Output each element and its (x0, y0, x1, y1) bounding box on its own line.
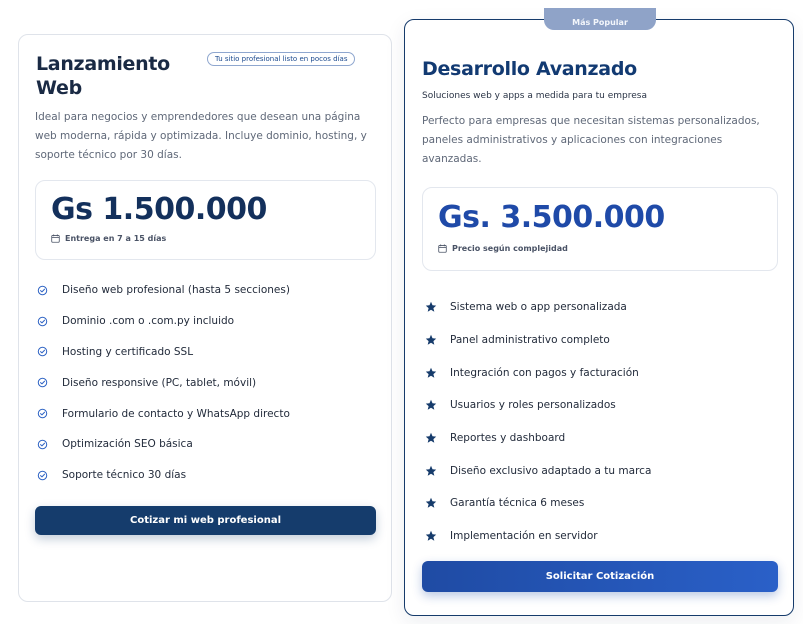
feature-label: Integración con pagos y facturación (450, 366, 639, 379)
feature-label: Panel administrativo completo (450, 334, 610, 347)
plan-card-advanced: Más Popular Desarrollo Avanzado Solucion… (404, 8, 794, 616)
calendar-icon (51, 234, 60, 243)
plan-tagline-badge: Tu sitio profesional listo en pocos días (207, 52, 356, 66)
feature-item: Reportes y dashboard (425, 422, 651, 455)
plan-price: Gs 1.500.000 (51, 192, 267, 227)
plan-description: Ideal para negocios y emprendedores que … (35, 111, 367, 161)
feature-item: Usuarios y roles personalizados (425, 389, 651, 422)
feature-list: Sistema web o app personalizada Panel adm… (425, 291, 651, 553)
check-circle-icon (37, 408, 48, 419)
feature-label: Implementación en servidor (450, 530, 598, 543)
feature-label: Reportes y dashboard (450, 432, 566, 445)
most-popular-badge: Más Popular (544, 8, 656, 30)
plan-title: Desarrollo Avanzado (422, 58, 637, 80)
check-circle-icon (37, 347, 48, 357)
feature-item: Formulario de contacto y WhatsApp direct… (37, 398, 290, 429)
feature-item: Soporte técnico 30 días (37, 460, 290, 491)
feature-item: Integración con pagos y facturación (425, 356, 651, 389)
feature-item: Sistema web o app personalizada (425, 291, 651, 324)
feature-item: Hosting y certificado SSL (37, 337, 290, 368)
feature-item: Dominio .com o .com.py incluido (37, 306, 290, 337)
price-box: Gs 1.500.000 Entrega en 7 a 15 días (35, 180, 376, 260)
check-circle-icon (37, 439, 48, 450)
calendar-icon (438, 244, 447, 253)
star-icon (425, 432, 437, 443)
feature-label: Diseño exclusivo adaptado a tu marca (450, 464, 652, 477)
check-circle-icon (37, 285, 48, 296)
star-icon (425, 465, 437, 476)
feature-label: Dominio .com o .com.py incluido (62, 315, 235, 328)
price-note: Precio según complejidad (438, 244, 568, 253)
feature-label: Usuarios y roles personalizados (450, 399, 616, 412)
feature-item: Garantía técnica 6 meses (425, 487, 651, 520)
feature-label: Garantía técnica 6 meses (450, 497, 585, 510)
feature-label: Optimización SEO básica (62, 438, 193, 451)
plan-title: Lanzamiento Web (36, 53, 170, 99)
price-note-text: Precio según complejidad (452, 244, 568, 253)
quote-web-button[interactable]: Cotizar mi web profesional (35, 506, 376, 535)
request-quote-button[interactable]: Solicitar Cotización (422, 561, 778, 592)
feature-label: Soporte técnico 30 días (62, 469, 187, 482)
star-icon (425, 400, 437, 411)
price-box: Gs. 3.500.000 Precio según complejidad (422, 187, 778, 271)
star-icon (425, 302, 437, 313)
star-icon (425, 367, 437, 378)
feature-label: Diseño responsive (PC, tablet, móvil) (62, 376, 257, 389)
feature-item: Panel administrativo completo (425, 324, 651, 357)
feature-item: Diseño responsive (PC, tablet, móvil) (37, 367, 290, 398)
plan-subtitle: Soluciones web y apps a medida para tu e… (422, 91, 647, 101)
feature-list: Diseño web profesional (hasta 5 seccione… (37, 275, 290, 491)
feature-label: Sistema web o app personalizada (450, 301, 627, 314)
star-icon (425, 498, 437, 509)
star-icon (425, 334, 437, 345)
plan-card-basic: Lanzamiento Web Tu sitio profesional lis… (18, 34, 392, 602)
feature-item: Optimización SEO básica (37, 429, 290, 460)
feature-item: Implementación en servidor (425, 520, 651, 553)
check-circle-icon (37, 378, 48, 388)
check-circle-icon (37, 316, 48, 326)
feature-item: Diseño web profesional (hasta 5 seccione… (37, 275, 290, 306)
feature-item: Diseño exclusivo adaptado a tu marca (425, 454, 651, 487)
check-circle-icon (37, 470, 48, 480)
feature-label: Hosting y certificado SSL (62, 345, 194, 358)
feature-label: Diseño web profesional (hasta 5 seccione… (62, 284, 290, 297)
delivery-note-text: Entrega en 7 a 15 días (65, 234, 167, 243)
feature-label: Formulario de contacto y WhatsApp direct… (62, 407, 290, 420)
plan-price: Gs. 3.500.000 (438, 200, 665, 235)
plan-description: Perfecto para empresas que necesitan sis… (422, 115, 760, 165)
delivery-note: Entrega en 7 a 15 días (51, 234, 166, 243)
star-icon (425, 530, 437, 541)
